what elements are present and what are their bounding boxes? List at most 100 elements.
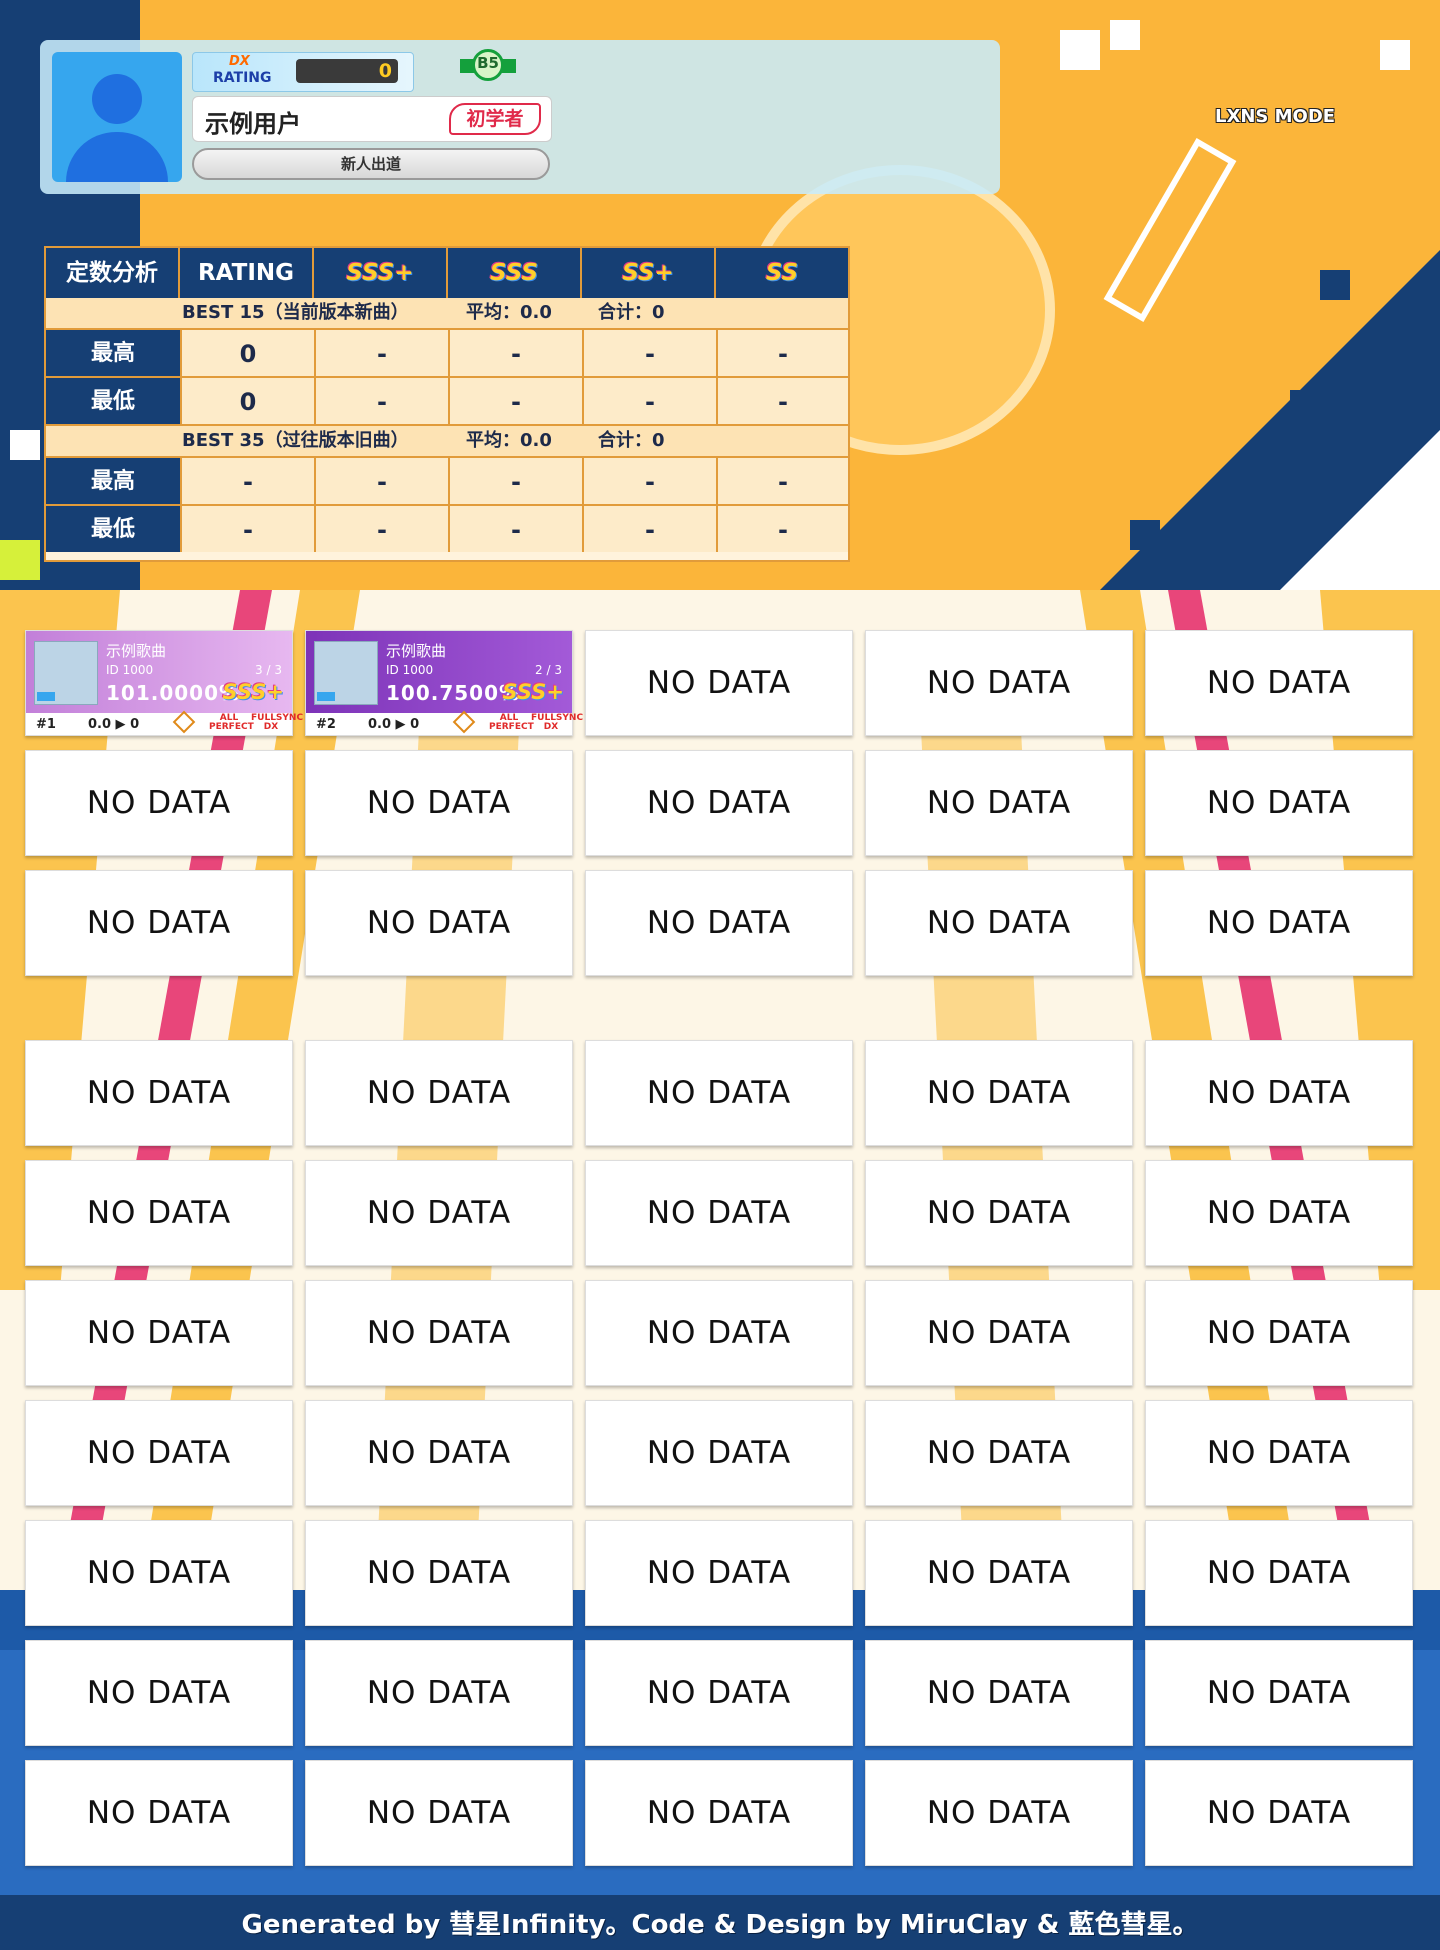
- best15-max-sss: -: [448, 328, 582, 376]
- best15-min-sss-plus: -: [314, 376, 448, 424]
- no-data-label: NO DATA: [926, 1315, 1072, 1351]
- empty-song-card[interactable]: NO DATA: [305, 1400, 573, 1506]
- no-data-label: NO DATA: [1206, 1315, 1352, 1351]
- empty-song-card[interactable]: NO DATA: [865, 630, 1133, 736]
- song-title: 示例歌曲: [106, 642, 167, 660]
- dx-label: DX: [229, 54, 250, 69]
- rating-change: 0.0 ▶ 0: [88, 717, 140, 732]
- empty-song-card[interactable]: NO DATA: [305, 1520, 573, 1626]
- b50-page: DX RATING 0 B5 示例用户 初学者 新人出道 LXNS MODE 定…: [0, 0, 1440, 1950]
- dx-score: 3 / 3: [255, 663, 282, 677]
- rating-value: 0: [378, 60, 392, 82]
- empty-song-card[interactable]: NO DATA: [585, 1520, 853, 1626]
- title-plate: 新人出道: [192, 148, 550, 180]
- empty-song-card[interactable]: NO DATA: [1145, 1400, 1413, 1506]
- no-data-label: NO DATA: [646, 905, 792, 941]
- no-data-label: NO DATA: [366, 1195, 512, 1231]
- empty-song-card[interactable]: NO DATA: [585, 1400, 853, 1506]
- empty-song-card[interactable]: NO DATA: [25, 1520, 293, 1626]
- empty-song-card[interactable]: NO DATA: [865, 1280, 1133, 1386]
- empty-song-card[interactable]: NO DATA: [25, 1760, 293, 1866]
- empty-song-card[interactable]: NO DATA: [865, 1160, 1133, 1266]
- empty-song-card[interactable]: NO DATA: [305, 1160, 573, 1266]
- empty-song-card[interactable]: NO DATA: [585, 630, 853, 736]
- song-id: ID 1000: [106, 663, 154, 677]
- empty-song-card[interactable]: NO DATA: [585, 1280, 853, 1386]
- empty-song-card[interactable]: NO DATA: [25, 1400, 293, 1506]
- empty-song-card[interactable]: NO DATA: [1145, 1040, 1413, 1146]
- no-data-label: NO DATA: [366, 785, 512, 821]
- empty-song-card[interactable]: NO DATA: [1145, 1280, 1413, 1386]
- no-data-label: NO DATA: [646, 1795, 792, 1831]
- no-data-label: NO DATA: [1206, 665, 1352, 701]
- best15-max-rating: 0: [180, 328, 314, 376]
- song-title: 示例歌曲: [386, 642, 447, 660]
- no-data-label: NO DATA: [926, 1195, 1072, 1231]
- empty-song-card[interactable]: NO DATA: [1145, 750, 1413, 856]
- no-data-label: NO DATA: [646, 785, 792, 821]
- empty-song-card[interactable]: NO DATA: [1145, 1520, 1413, 1626]
- empty-song-card[interactable]: NO DATA: [305, 1760, 573, 1866]
- empty-song-card[interactable]: NO DATA: [585, 750, 853, 856]
- no-data-label: NO DATA: [646, 665, 792, 701]
- empty-song-card[interactable]: NO DATA: [25, 1160, 293, 1266]
- empty-song-card[interactable]: NO DATA: [305, 1040, 573, 1146]
- no-data-label: NO DATA: [86, 1195, 232, 1231]
- avatar[interactable]: [52, 52, 182, 182]
- empty-song-card[interactable]: NO DATA: [25, 1280, 293, 1386]
- constant-analysis-table: 定数分析 RATING SSS+ SSS SS+ SS BEST 15（当前版本…: [44, 246, 850, 562]
- empty-song-card[interactable]: NO DATA: [865, 1760, 1133, 1866]
- empty-song-card[interactable]: NO DATA: [865, 1400, 1133, 1506]
- header-sss: SSS: [448, 248, 582, 298]
- empty-song-card[interactable]: NO DATA: [305, 1640, 573, 1746]
- no-data-label: NO DATA: [926, 1435, 1072, 1471]
- empty-song-card[interactable]: NO DATA: [865, 870, 1133, 976]
- rating-box: 0: [296, 59, 398, 83]
- empty-song-card[interactable]: NO DATA: [305, 870, 573, 976]
- empty-song-card[interactable]: NO DATA: [865, 1520, 1133, 1626]
- empty-song-card[interactable]: NO DATA: [585, 1640, 853, 1746]
- best35-max-ss-plus: -: [582, 456, 716, 504]
- song-card[interactable]: 示例歌曲 ID 1000 3 / 3 101.0000% SSS+ #1 0.0 ▶ 0 AL…: [25, 630, 303, 736]
- empty-song-card[interactable]: NO DATA: [25, 1040, 293, 1146]
- empty-song-card[interactable]: NO DATA: [1145, 1760, 1413, 1866]
- no-data-label: NO DATA: [366, 1555, 512, 1591]
- empty-song-card[interactable]: NO DATA: [1145, 1160, 1413, 1266]
- no-data-label: NO DATA: [366, 905, 512, 941]
- no-data-label: NO DATA: [646, 1075, 792, 1111]
- trophy-badge: 初学者: [449, 103, 541, 135]
- achievement: 100.7500%: [386, 681, 521, 705]
- empty-song-card[interactable]: NO DATA: [1145, 870, 1413, 976]
- rating-change: 0.0 ▶ 0: [368, 717, 420, 732]
- best15-min-rating: 0: [180, 376, 314, 424]
- empty-song-card[interactable]: NO DATA: [1145, 1640, 1413, 1746]
- no-data-label: NO DATA: [926, 1795, 1072, 1831]
- best35-max-label: 最高: [46, 456, 180, 504]
- no-data-label: NO DATA: [86, 1675, 232, 1711]
- best35-max-rating: -: [180, 456, 314, 504]
- song-card[interactable]: 示例歌曲 ID 1000 2 / 3 100.7500% SSS+ #2 0.0 ▶ 0 AL…: [305, 630, 583, 736]
- best35-min-ss: -: [716, 504, 848, 552]
- no-data-label: NO DATA: [86, 1435, 232, 1471]
- empty-song-card[interactable]: NO DATA: [1145, 630, 1413, 736]
- empty-song-card[interactable]: NO DATA: [585, 1040, 853, 1146]
- empty-song-card[interactable]: NO DATA: [305, 1280, 573, 1386]
- empty-song-card[interactable]: NO DATA: [25, 750, 293, 856]
- no-data-label: NO DATA: [86, 1075, 232, 1111]
- best35-section: BEST 35（过往版本旧曲） 平均：0.0 合计：0: [46, 424, 848, 456]
- empty-song-card[interactable]: NO DATA: [585, 1760, 853, 1866]
- no-data-label: NO DATA: [926, 1555, 1072, 1591]
- song-jacket: [34, 641, 98, 705]
- empty-song-card[interactable]: NO DATA: [25, 870, 293, 976]
- empty-song-card[interactable]: NO DATA: [585, 1160, 853, 1266]
- best15-min-label: 最低: [46, 376, 180, 424]
- empty-song-card[interactable]: NO DATA: [305, 750, 573, 856]
- empty-song-card[interactable]: NO DATA: [585, 870, 853, 976]
- empty-song-card[interactable]: NO DATA: [865, 750, 1133, 856]
- empty-song-card[interactable]: NO DATA: [25, 1640, 293, 1746]
- header-ss: SS: [716, 248, 848, 298]
- best15-average: 平均：0.0: [466, 302, 552, 323]
- empty-song-card[interactable]: NO DATA: [865, 1640, 1133, 1746]
- no-data-label: NO DATA: [366, 1435, 512, 1471]
- empty-song-card[interactable]: NO DATA: [865, 1040, 1133, 1146]
